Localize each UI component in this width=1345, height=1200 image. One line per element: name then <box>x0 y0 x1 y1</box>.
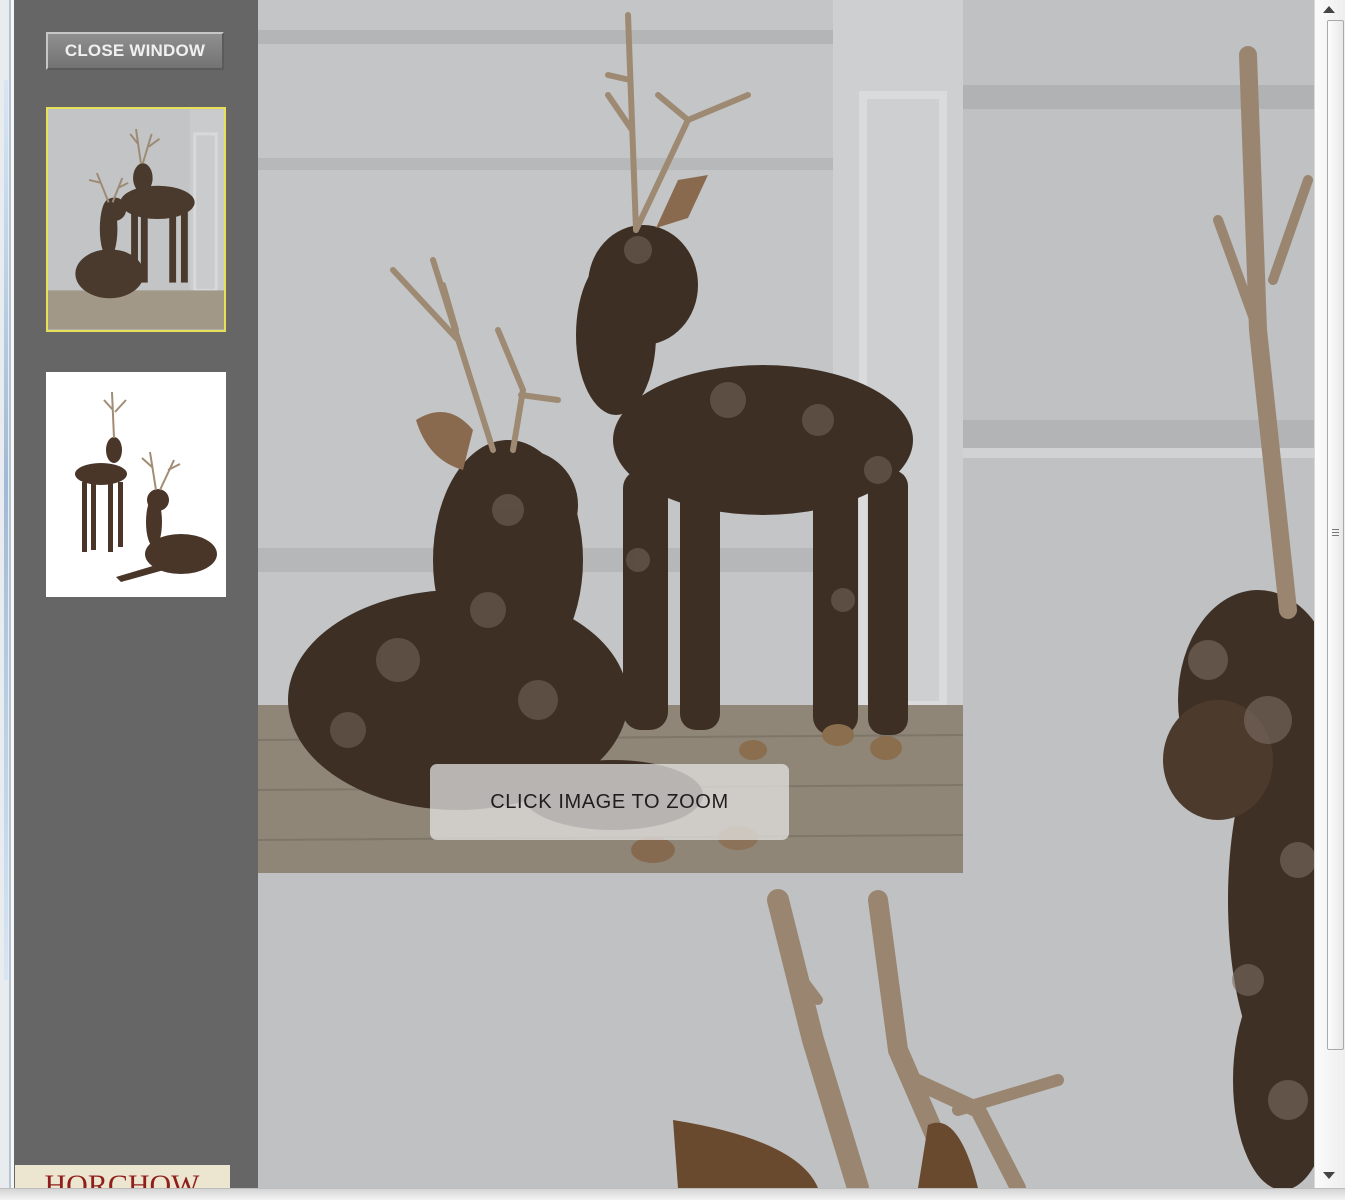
thumbnail-deer-room-image <box>48 109 224 330</box>
thumbnail-sidebar: CLOSE WINDOW <box>14 0 258 1188</box>
scrollbar-thumb[interactable] <box>1327 20 1344 1050</box>
deer-figurines-photo <box>258 0 963 873</box>
thumbnail-deer-room[interactable] <box>46 107 226 332</box>
chevron-up-icon[interactable] <box>1323 6 1335 13</box>
window-left-edge <box>0 0 14 1200</box>
scroll-grip-icon <box>1332 529 1339 538</box>
window-bottom-edge <box>0 1188 1345 1200</box>
close-window-button[interactable]: CLOSE WINDOW <box>46 32 224 70</box>
click-to-zoom-hint[interactable]: CLICK IMAGE TO ZOOM <box>430 764 789 840</box>
vertical-scrollbar[interactable] <box>1314 0 1345 1188</box>
chevron-down-icon[interactable] <box>1323 1172 1335 1179</box>
thumbnail-deer-white-image <box>46 372 226 597</box>
main-product-image[interactable] <box>258 0 963 873</box>
brand-logo: HORCHOW <box>15 1165 230 1189</box>
svg-text:HORCHOW: HORCHOW <box>45 1169 201 1189</box>
thumbnail-deer-white[interactable] <box>46 372 226 597</box>
